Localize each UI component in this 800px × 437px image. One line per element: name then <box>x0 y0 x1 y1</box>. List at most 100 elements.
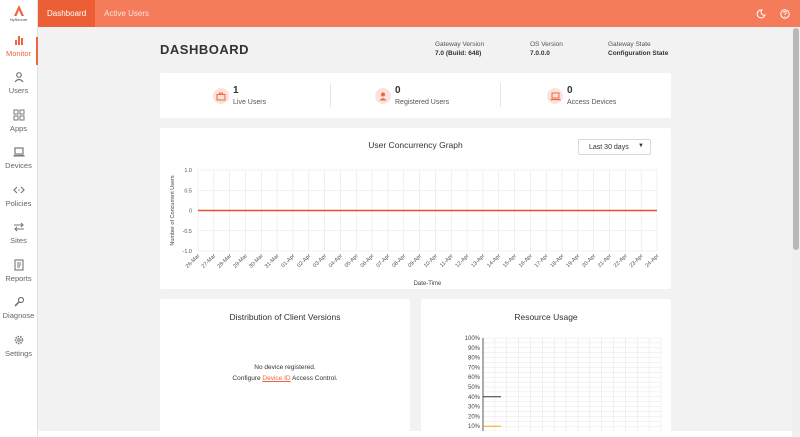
y-tick-label: 70% <box>468 365 481 371</box>
sidebar-item-settings[interactable]: Settings <box>0 327 37 365</box>
sidebar-item-devices[interactable]: Devices <box>0 140 37 178</box>
y-tick-label: 100% <box>465 336 481 342</box>
x-tick-label: 21-Apr <box>597 253 613 269</box>
sidebar-item-monitor[interactable]: Monitor <box>0 27 37 65</box>
x-tick-label: 02-Apr <box>296 253 312 269</box>
y-tick-label: -0.5 <box>183 229 192 235</box>
sidebar: HySecure Monitor Users Apps Devices Poli… <box>0 0 38 437</box>
policies-icon <box>12 186 25 194</box>
y-tick-label: -1.0 <box>183 249 192 255</box>
x-tick-label: 26-Mar <box>185 253 202 270</box>
monitor-icon <box>14 35 23 45</box>
x-tick-label: 30-Mar <box>248 253 265 270</box>
x-tick-label: 13-Apr <box>470 253 486 269</box>
sidebar-item-label: Sites <box>10 236 27 246</box>
gateway-state: Gateway State Configuration State <box>608 41 668 57</box>
sidebar-item-label: Policies <box>5 198 32 208</box>
gateway-state-value: Configuration State <box>608 50 669 57</box>
stat-label: Access Devices <box>567 99 617 106</box>
brand-name: HySecure <box>9 17 28 22</box>
sidebar-item-apps[interactable]: Apps <box>0 102 37 140</box>
x-tick-label: 31-Mar <box>264 253 281 270</box>
gateway-state-label: Gateway State <box>608 41 651 48</box>
sites-icon <box>13 222 24 232</box>
empty-suffix: Access Control. <box>292 375 338 382</box>
tab-dashboard[interactable]: Dashboard <box>38 0 96 27</box>
x-tick-label: 05-Apr <box>344 253 360 269</box>
scrollbar-thumb[interactable] <box>793 28 799 250</box>
brand-logo[interactable]: HySecure <box>0 0 37 27</box>
sidebar-item-label: Reports <box>5 273 32 283</box>
concurrency-chart: 1.00.50-0.5-1.026-Mar 27-Mar 28-Mar 29-Mar 3… <box>170 168 661 287</box>
reports-icon <box>13 259 24 271</box>
x-tick-label: 29-Mar <box>232 253 249 270</box>
stat-value: 1 <box>233 85 239 96</box>
hysecure-logo-icon <box>13 5 24 16</box>
empty-message: No device registered. <box>254 364 316 371</box>
stat-live-users[interactable]: 1 Live Users <box>213 85 266 106</box>
x-tick-label: 12-Apr <box>455 253 471 269</box>
x-axis-label: Date-Time <box>414 281 442 287</box>
stat-registered-users[interactable]: 0 Registered Users <box>375 85 449 106</box>
x-tick-label: 23-Apr <box>629 253 645 269</box>
empty-state: No device registered. Configure Device I… <box>160 362 410 384</box>
apps-icon <box>13 109 24 121</box>
x-tick-label: 06-Apr <box>360 253 376 269</box>
sidebar-item-label: Monitor <box>5 48 31 58</box>
sidebar-item-diagnose[interactable]: Diagnose <box>0 290 37 328</box>
resource-usage-chart: 100% 90% 80% 70% 60% 50% 40% 30% 20% 10% <box>465 336 662 431</box>
stat-divider <box>500 83 501 107</box>
empty-prefix: Configure <box>232 375 261 382</box>
os-version-value: 7.0.0.0 <box>530 50 550 57</box>
client-versions-card: Distribution of Client Versions No devic… <box>160 299 410 431</box>
x-tick-label: 19-Apr <box>565 253 581 269</box>
x-tick-label: 16-Apr <box>518 253 534 269</box>
y-tick-label: 40% <box>468 395 481 401</box>
theme-toggle-icon[interactable] <box>756 8 766 19</box>
y-tick-label: 90% <box>468 346 481 352</box>
devices-icon <box>13 147 24 157</box>
active-nav-indicator <box>36 37 38 65</box>
x-tick-label: 15-Apr <box>502 253 518 269</box>
user-icon <box>375 88 391 104</box>
panel-title: Distribution of Client Versions <box>229 312 341 322</box>
stat-access-devices[interactable]: 0 Access Devices <box>547 85 616 106</box>
x-tick-label: 09-Apr <box>407 253 423 269</box>
sidebar-item-sites[interactable]: Sites <box>0 215 37 253</box>
stats-card: 1 Live Users 0 Registered Users 0 Access… <box>160 73 671 118</box>
diagnose-icon <box>13 297 24 307</box>
x-tick-label: 17-Apr <box>534 253 550 269</box>
resource-usage-card: Resource Usage 100% 90% 80% 70% 60% 50% 40% 30%… <box>421 299 671 431</box>
stat-value: 0 <box>395 85 401 96</box>
sidebar-item-users[interactable]: Users <box>0 65 37 103</box>
os-version-label: OS Version <box>530 41 563 48</box>
y-tick-label: 0.5 <box>184 188 192 194</box>
x-tick-label: 22-Apr <box>613 253 629 269</box>
sidebar-item-label: Users <box>8 86 29 96</box>
sidebar-item-policies[interactable]: Policies <box>0 177 37 215</box>
tab-active-users[interactable]: Active Users <box>95 0 158 27</box>
y-tick-label: 0 <box>189 209 192 215</box>
device-id-link[interactable]: Device ID <box>262 375 290 382</box>
y-tick-label: 80% <box>468 356 481 362</box>
sidebar-item-label: Settings <box>4 348 33 358</box>
x-tick-label: 04-Apr <box>328 253 344 269</box>
stat-label: Live Users <box>233 99 267 106</box>
settings-icon <box>14 335 23 345</box>
x-tick-label: 28-Mar <box>217 253 234 270</box>
sidebar-item-reports[interactable]: Reports <box>0 252 37 290</box>
x-tick-label: 18-Apr <box>550 253 566 269</box>
x-tick-label: 01-Apr <box>280 253 296 269</box>
briefcase-icon <box>213 88 229 104</box>
y-tick-label: 50% <box>468 385 481 391</box>
stat-divider <box>330 83 331 107</box>
x-tick-label: 11-Apr <box>439 253 455 269</box>
x-tick-label: 20-Apr <box>581 253 597 269</box>
x-tick-label: 08-Apr <box>391 253 407 269</box>
stat-value: 0 <box>567 85 573 96</box>
users-icon <box>14 72 23 83</box>
help-icon[interactable] <box>780 8 790 19</box>
x-tick-label: 27-Mar <box>201 253 218 270</box>
x-tick-label: 24-Apr <box>644 253 660 269</box>
sidebar-item-label: Diagnose <box>2 311 35 321</box>
